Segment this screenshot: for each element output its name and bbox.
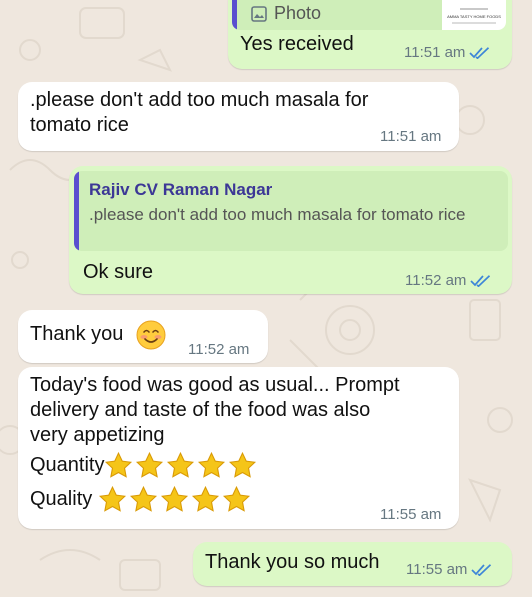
message-time: 11:52 am xyxy=(188,341,250,358)
reply-quote[interactable]: Photo AMMA TASTY HOME FOODS xyxy=(232,0,506,30)
thumbnail-caption: AMMA TASTY HOME FOODS xyxy=(447,14,501,19)
message-time: 11:55 am xyxy=(380,506,442,523)
message-bubble-incoming[interactable]: .please don't add too much masala for to… xyxy=(18,82,459,151)
rating-label: Quantity xyxy=(30,454,105,476)
star-icon xyxy=(105,451,133,478)
message-bubble-incoming[interactable]: Today's food was good as usual... Prompt… xyxy=(18,367,459,529)
message-bubble-outgoing[interactable]: Photo AMMA TASTY HOME FOODS Yes received… xyxy=(228,0,512,69)
rating-row-quantity: Quantity xyxy=(30,451,257,480)
message-text: Thank you so much xyxy=(205,551,380,573)
message-meta: 11:51 am xyxy=(404,44,490,61)
reply-quote-label: Photo xyxy=(274,3,322,23)
message-line: .please don't add too much masala for xyxy=(30,89,369,111)
message-text: .please don't add too much masala for to… xyxy=(30,88,368,138)
star-rating xyxy=(104,451,257,480)
photo-icon xyxy=(251,6,267,22)
star-rating xyxy=(98,485,251,514)
star-icon xyxy=(161,485,189,512)
message-text: Ok sure xyxy=(83,261,154,283)
message-line: very appetizing xyxy=(30,424,165,446)
message-time: 11:51 am xyxy=(404,44,466,61)
message-text: Thank you xyxy=(30,323,124,345)
star-icon xyxy=(167,451,195,478)
message-time: 11:51 am xyxy=(380,128,442,145)
message-text: Yes received xyxy=(240,33,354,55)
message-bubble-incoming[interactable]: Thank you 11:52 am xyxy=(18,310,268,363)
message-meta: 11:52 am xyxy=(188,341,249,358)
message-time: 11:55 am xyxy=(406,561,468,578)
star-icon xyxy=(136,451,164,478)
reply-quote-bar xyxy=(232,0,237,30)
reply-quote[interactable]: Rajiv CV Raman Nagar .please don't add t… xyxy=(74,171,508,251)
message-bubble-outgoing[interactable]: Rajiv CV Raman Nagar .please don't add t… xyxy=(69,166,512,294)
message-line: delivery and taste of the food was also xyxy=(30,399,371,421)
smiling-face-emoji-icon xyxy=(136,320,166,350)
star-icon xyxy=(198,451,226,478)
star-icon xyxy=(223,485,251,512)
star-icon xyxy=(99,485,127,512)
reply-quote-author: Rajiv CV Raman Nagar xyxy=(89,180,273,199)
message-bubble-outgoing[interactable]: Thank you so much 11:55 am xyxy=(193,542,512,586)
reply-quote-text: .please don't add too much masala for to… xyxy=(89,205,466,224)
star-icon xyxy=(192,485,220,512)
star-icon xyxy=(229,451,257,478)
message-time: 11:52 am xyxy=(405,272,467,289)
reply-quote-bar xyxy=(74,171,79,251)
read-ticks-icon xyxy=(469,46,490,59)
message-line: Today's food was good as usual... Prompt xyxy=(30,374,400,396)
photo-thumbnail[interactable]: AMMA TASTY HOME FOODS xyxy=(442,0,506,30)
message-meta: 11:55 am xyxy=(380,506,441,523)
message-meta: 11:55 am xyxy=(406,561,492,578)
rating-label: Quality xyxy=(30,488,93,510)
read-ticks-icon xyxy=(471,563,492,576)
read-ticks-icon xyxy=(470,274,491,287)
star-icon xyxy=(130,485,158,512)
rating-row-quality: Quality xyxy=(30,485,251,514)
message-line: tomato rice xyxy=(30,114,129,136)
message-meta: 11:52 am xyxy=(405,272,491,289)
message-meta: 11:51 am xyxy=(380,128,441,145)
message-text: Today's food was good as usual... Prompt… xyxy=(30,373,400,448)
